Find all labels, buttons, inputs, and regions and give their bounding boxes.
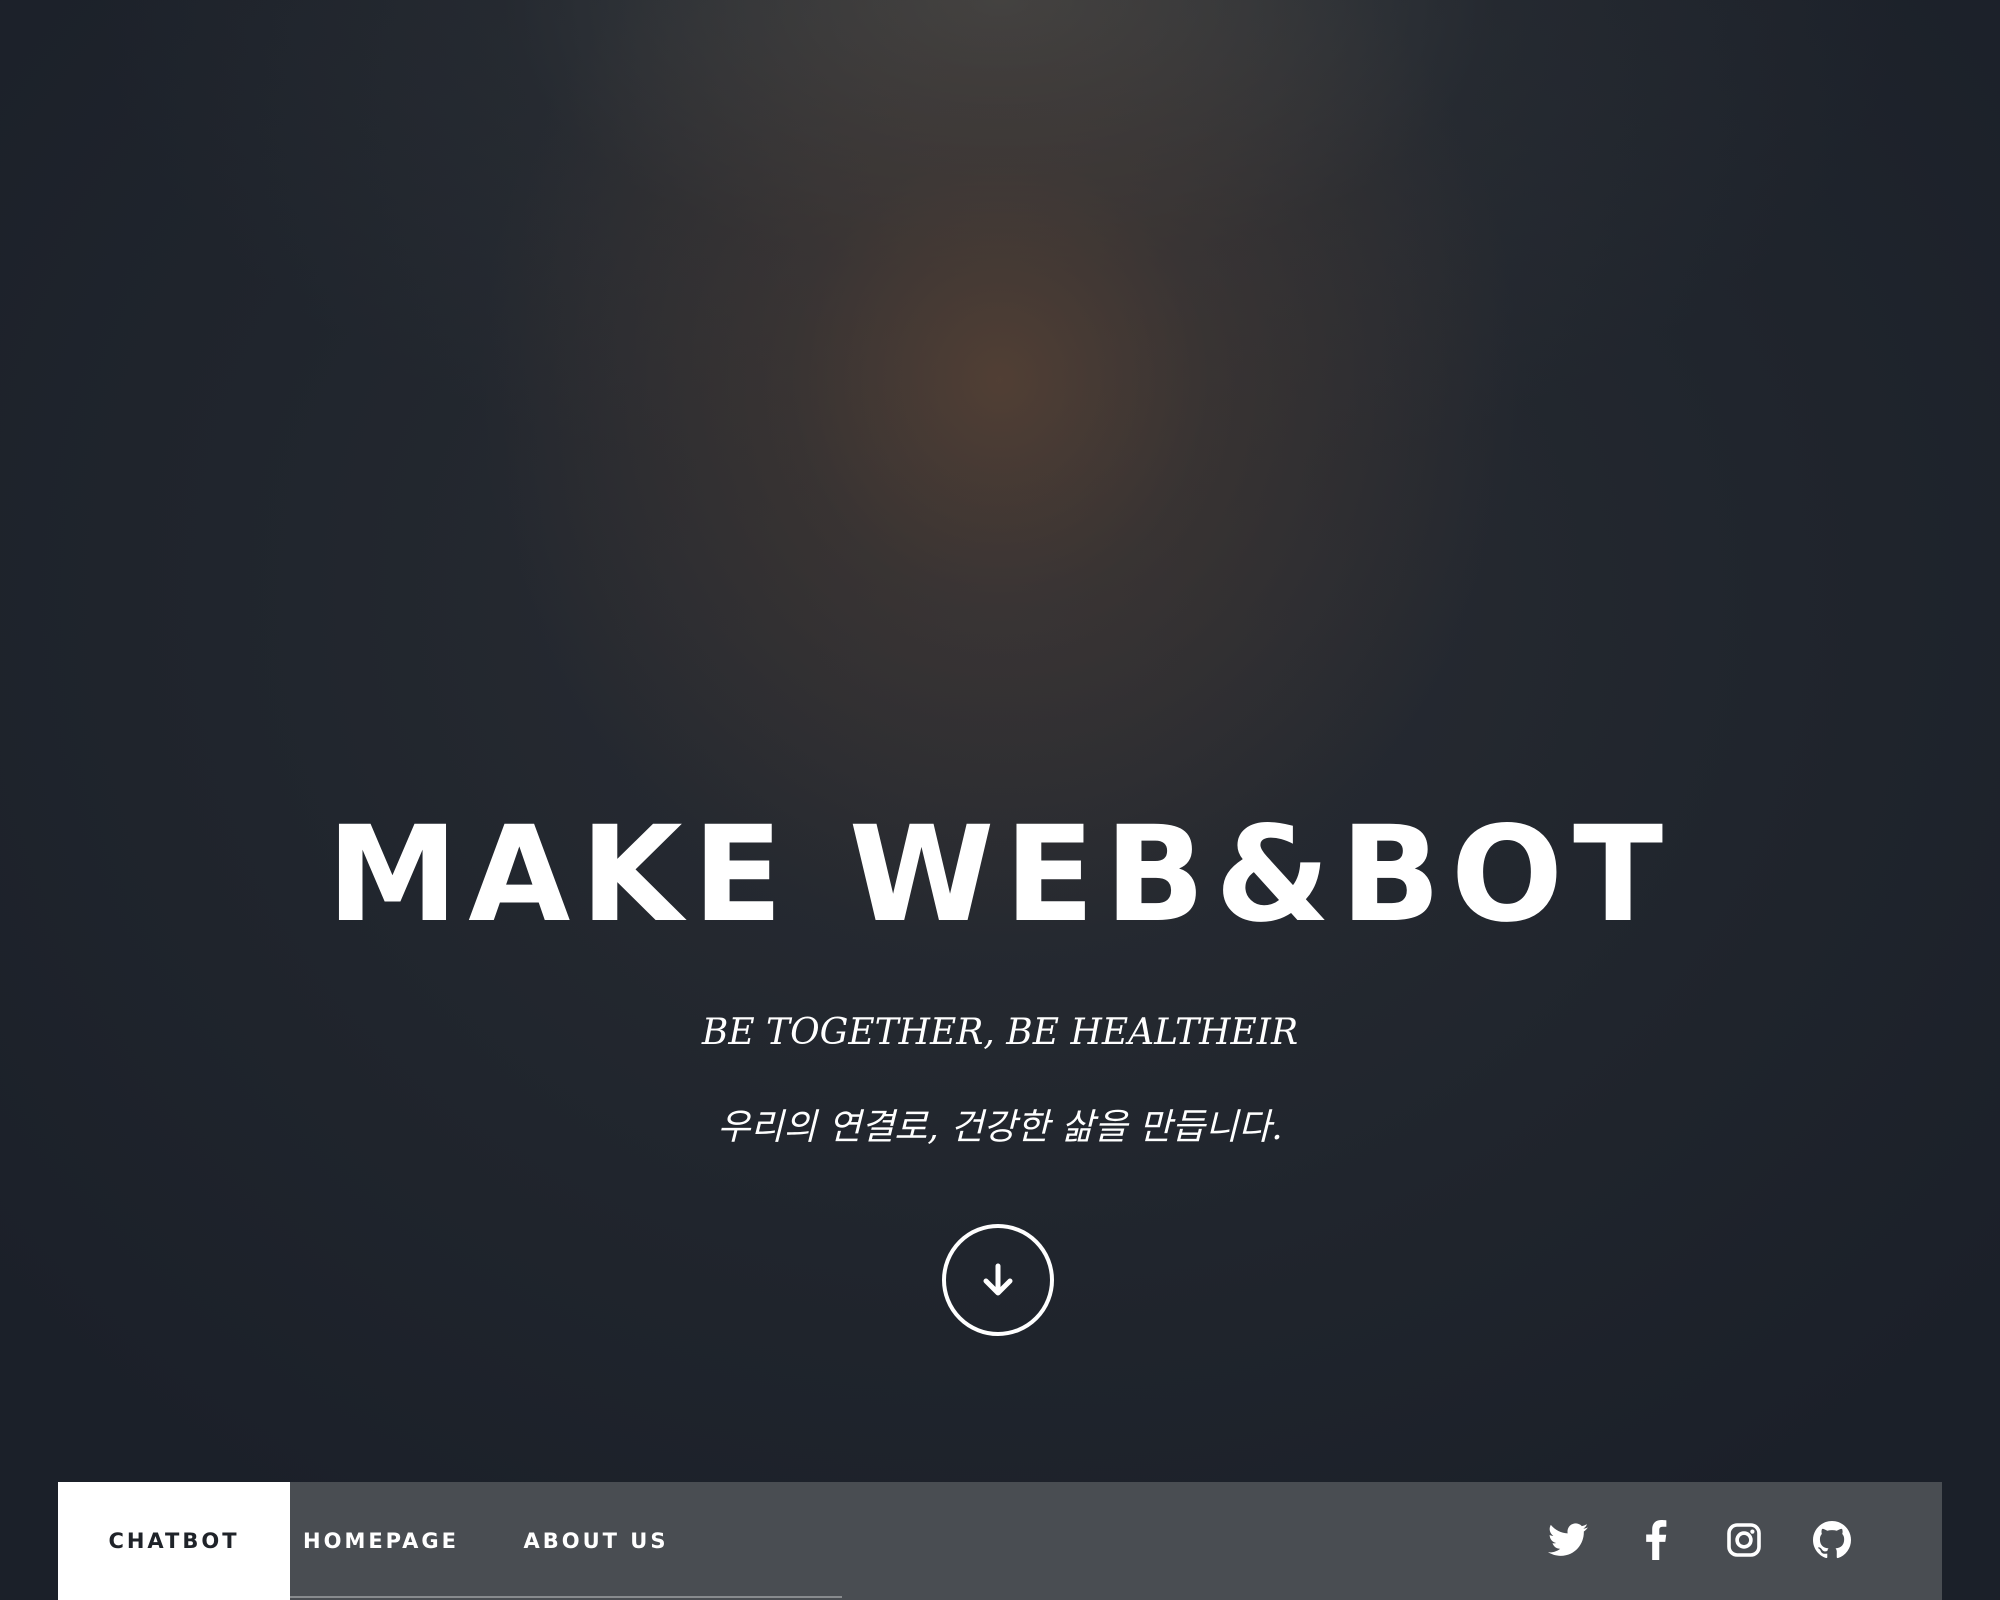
hero-section: MAKE WEB&BOT BE TOGETHER, BE HEALTHEIR 우… xyxy=(0,0,2000,1600)
facebook-icon[interactable] xyxy=(1632,1516,1680,1564)
hero-title: MAKE WEB&BOT xyxy=(326,798,1674,952)
arrow-down-icon xyxy=(983,1263,1013,1296)
scroll-down-button[interactable] xyxy=(942,1224,1054,1336)
navbar: CHATBOT HOMEPAGE ABOUT US xyxy=(58,1482,1942,1600)
nav-divider xyxy=(290,1596,842,1598)
hero-subtitle-korean: 우리의 연결로, 건강한 삶을 만듭니다. xyxy=(717,1107,1283,1148)
github-icon[interactable] xyxy=(1808,1516,1856,1564)
instagram-icon[interactable] xyxy=(1720,1516,1768,1564)
hero-subtitle-english: BE TOGETHER, BE HEALTHEIR xyxy=(701,1012,1299,1053)
tab-chatbot[interactable]: CHATBOT xyxy=(58,1482,290,1600)
twitter-icon[interactable] xyxy=(1544,1516,1592,1564)
tab-homepage[interactable]: HOMEPAGE xyxy=(290,1482,472,1600)
tab-about-us[interactable]: ABOUT US xyxy=(472,1482,720,1600)
